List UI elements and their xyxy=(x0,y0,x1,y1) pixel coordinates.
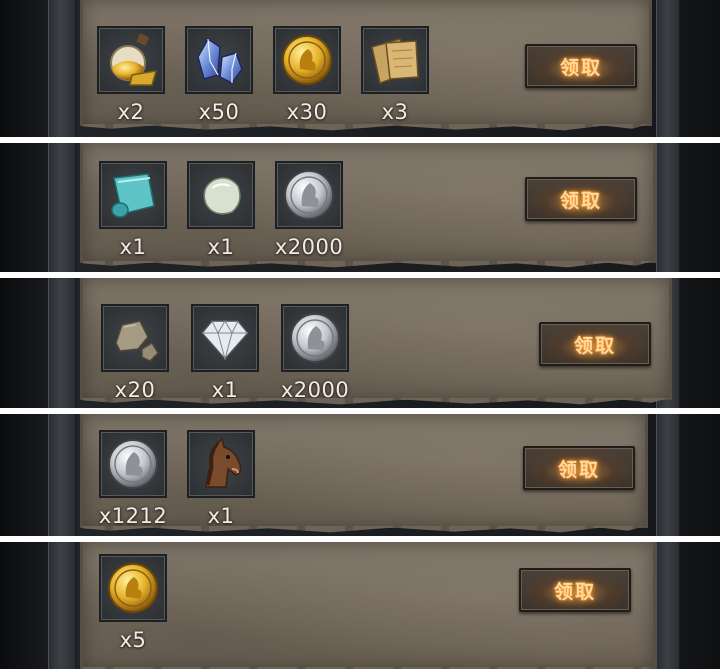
claim-button[interactable]: 领取 xyxy=(525,44,637,88)
reward-item[interactable]: x30 xyxy=(273,26,345,124)
item-quantity: x50 xyxy=(198,100,240,124)
item-quantity: x1 xyxy=(207,504,235,528)
reward-item[interactable]: x3 xyxy=(361,26,433,124)
reward-item[interactable]: x50 xyxy=(185,26,257,124)
item-quantity: x2000 xyxy=(274,235,344,259)
claim-button[interactable]: 领取 xyxy=(523,446,635,490)
silver-coin-icon xyxy=(275,161,343,229)
claim-button[interactable]: 领取 xyxy=(525,177,637,221)
claim-button[interactable]: 领取 xyxy=(539,322,651,366)
parchment-scroll-icon xyxy=(361,26,429,94)
silver-coin-icon xyxy=(99,430,167,498)
reward-item[interactable]: x1212 xyxy=(99,430,171,528)
gold-coin-icon xyxy=(273,26,341,94)
reward-item[interactable]: x2000 xyxy=(281,304,353,402)
reward-panel: x1212 x1 领取 xyxy=(80,414,648,528)
reward-row-1: x2 x50 x30 x3 领取 xyxy=(0,0,720,137)
reward-item[interactable]: x5 xyxy=(99,554,171,652)
stone-ore-icon xyxy=(101,304,169,372)
blue-crystal-icon xyxy=(185,26,253,94)
reward-item[interactable]: x1 xyxy=(187,430,259,528)
item-quantity: x20 xyxy=(114,378,156,402)
item-quantity: x5 xyxy=(119,628,147,652)
item-quantity: x1 xyxy=(207,235,235,259)
silver-coin-icon xyxy=(281,304,349,372)
reward-row-5: x5 领取 xyxy=(0,542,720,669)
item-quantity: x2 xyxy=(117,100,145,124)
item-quantity: x2000 xyxy=(280,378,350,402)
item-quantity: x1 xyxy=(119,235,147,259)
reward-panel: x20 x1 x2000 领取 xyxy=(80,278,672,402)
reward-item[interactable]: x2 xyxy=(97,26,169,124)
reward-panel: x2 x50 x30 x3 领取 xyxy=(80,0,652,126)
white-stone-icon xyxy=(187,161,255,229)
reward-item[interactable]: x1 xyxy=(191,304,263,402)
reward-panel: x1 x1 x2000 领取 xyxy=(80,143,656,263)
reward-item[interactable]: x20 xyxy=(101,304,173,402)
gold-coin-icon xyxy=(99,554,167,622)
reward-item[interactable]: x2000 xyxy=(275,161,347,259)
cyan-cloth-roll-icon xyxy=(99,161,167,229)
item-quantity: x30 xyxy=(286,100,328,124)
item-quantity: x3 xyxy=(381,100,409,124)
item-quantity: x1 xyxy=(211,378,239,402)
reward-row-2: x1 x1 x2000 领取 xyxy=(0,143,720,272)
item-quantity: x1212 xyxy=(98,504,168,528)
reward-item[interactable]: x1 xyxy=(99,161,171,259)
reward-row-3: x20 x1 x2000 领取 xyxy=(0,278,720,408)
reward-item[interactable]: x1 xyxy=(187,161,259,259)
reward-panel: x5 领取 xyxy=(80,542,656,669)
diamond-icon xyxy=(191,304,259,372)
gold-dust-flask-icon xyxy=(97,26,165,94)
horse-head-icon xyxy=(187,430,255,498)
reward-row-4: x1212 x1 领取 xyxy=(0,414,720,536)
claim-button[interactable]: 领取 xyxy=(519,568,631,612)
